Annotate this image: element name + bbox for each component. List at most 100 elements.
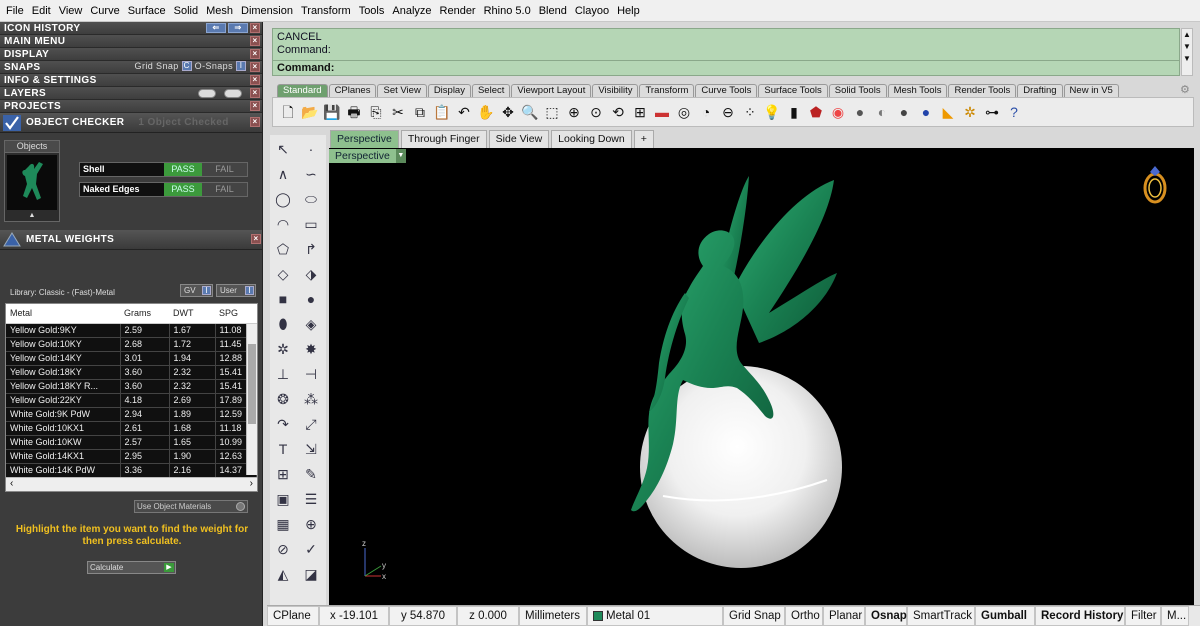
menu-item-help[interactable]: Help [613, 5, 644, 17]
close-icon[interactable]: × [250, 62, 260, 72]
zoom-icon[interactable]: 🔍 [520, 102, 540, 122]
table-row[interactable]: Yellow Gold:9KY 2.59 1.67 11.08 [6, 323, 257, 338]
close-icon[interactable]: × [250, 75, 260, 85]
layer-status[interactable]: Metal 01 [587, 606, 723, 626]
close-icon[interactable]: × [250, 36, 260, 46]
group-icon[interactable]: ⁂ [300, 388, 322, 410]
check-icon[interactable]: ✓ [300, 538, 322, 560]
gear-icon[interactable]: ⚙ [1180, 84, 1194, 97]
projects-row[interactable]: PROJECTS × [0, 100, 262, 113]
rotate-icon[interactable]: ↷ [272, 413, 294, 435]
units-status[interactable]: Millimeters [519, 606, 587, 626]
loft-icon[interactable]: ◈ [300, 313, 322, 335]
eye-icon[interactable] [198, 89, 216, 98]
select-points-icon[interactable]: ⁘ [740, 102, 760, 122]
color-wheel-icon[interactable]: ◉ [828, 102, 848, 122]
spotlight-icon[interactable]: ◣ [938, 102, 958, 122]
table-row[interactable]: White Gold:14K PdW 3.36 2.16 14.37 [6, 463, 257, 478]
info-settings-row[interactable]: INFO & SETTINGS × [0, 74, 262, 87]
render-tool-icon[interactable]: ◪ [300, 563, 322, 585]
chevron-down-icon[interactable]: ▼ [1182, 41, 1192, 53]
objects-preview[interactable]: Objects ▲ [4, 140, 60, 222]
scroll-left-icon[interactable]: ‹ [10, 478, 13, 491]
display-row[interactable]: DISPLAY × [0, 48, 262, 61]
save-icon[interactable]: 💾 [322, 102, 342, 122]
calculate-button[interactable]: Calculate ▶ [87, 561, 176, 574]
cylinder-icon[interactable]: ⬮ [272, 313, 294, 335]
explode-icon[interactable]: ✸ [300, 338, 322, 360]
tab-mesh-tools[interactable]: Mesh Tools [887, 84, 948, 97]
perspective-viewport[interactable]: Perspective ▼ z x y [329, 148, 1194, 605]
table-row[interactable]: Yellow Gold:18KY R... 3.60 2.32 15.41 [6, 379, 257, 394]
scroll-thumb[interactable] [248, 344, 256, 424]
boolean-icon[interactable]: ❂ [272, 388, 294, 410]
viewport-layout-icon[interactable]: ⊞ [630, 102, 650, 122]
ellipse-icon[interactable]: ⬭ [300, 188, 322, 210]
text-tool-icon[interactable]: T [272, 438, 294, 460]
render-icon[interactable]: ● [916, 102, 936, 122]
copy-icon[interactable]: ⧉ [410, 102, 430, 122]
metal-weights-table[interactable]: Metal Grams DWT SPG Yellow Gold:9KY 2.59 1.67… [5, 303, 258, 492]
menu-item-solid[interactable]: Solid [170, 5, 202, 17]
tab-set-view[interactable]: Set View [377, 84, 427, 97]
chevron-up-icon[interactable]: ▲ [1182, 29, 1192, 41]
table-row[interactable]: Yellow Gold:10KY 2.68 1.72 11.45 [6, 337, 257, 352]
tab-transform[interactable]: Transform [639, 84, 695, 97]
array-icon[interactable]: ⊞ [272, 463, 294, 485]
menu-item-mesh[interactable]: Mesh [202, 5, 237, 17]
viewport-tab-through-finger[interactable]: Through Finger [400, 130, 487, 148]
table-row[interactable]: White Gold:10KX1 2.61 1.68 11.18 [6, 421, 257, 436]
snaps-row[interactable]: SNAPS Grid Snap C O-Snaps I × [0, 61, 262, 74]
grid-snap-toggle[interactable]: Grid Snap [723, 606, 785, 626]
gv-toggle[interactable]: GV I [180, 284, 213, 297]
command-scrollbar[interactable]: ▲ ▼ ▼ [1181, 28, 1193, 76]
column-header[interactable]: DWT [169, 304, 215, 324]
metal-weights-header[interactable]: METAL WEIGHTS × [0, 230, 262, 250]
hide-icon[interactable]: ◎ [674, 102, 694, 122]
object-checker-header[interactable]: OBJECT CHECKER 1 Object Checked × [0, 113, 262, 133]
shaded-icon[interactable]: ● [850, 102, 870, 122]
split-icon[interactable]: ⊣ [300, 363, 322, 385]
rendered-icon[interactable]: ◐ [872, 102, 892, 122]
layer-stack-icon[interactable]: ☰ [300, 488, 322, 510]
tab-visibility[interactable]: Visibility [592, 84, 639, 97]
tab-cplanes[interactable]: CPlanes [328, 84, 377, 97]
lock-icon[interactable]: ⊖ [718, 102, 738, 122]
more-status[interactable]: M... [1161, 606, 1189, 626]
pipe-icon[interactable]: ⊘ [272, 538, 294, 560]
gumball-icon[interactable]: ⊕ [300, 513, 322, 535]
table-row[interactable]: Yellow Gold:22KY 4.18 2.69 17.89 [6, 393, 257, 408]
help-icon[interactable]: ? [1004, 102, 1024, 122]
polyline-icon[interactable]: ∧ [272, 163, 294, 185]
scale-icon[interactable]: ⤢ [300, 413, 322, 435]
tab-select[interactable]: Select [471, 84, 511, 97]
transform-icon[interactable]: ⇲ [300, 438, 322, 460]
column-header[interactable]: Metal [6, 304, 120, 324]
rotate-view-icon[interactable]: ⟲ [608, 102, 628, 122]
grid-snap-toggle[interactable]: C [181, 61, 192, 71]
scroll-right-icon[interactable]: › [250, 478, 253, 491]
column-header[interactable]: SPG [215, 304, 256, 324]
circle-icon[interactable]: ◯ [272, 188, 294, 210]
menu-item-render[interactable]: Render [436, 5, 480, 17]
osnap-toggle[interactable]: Osnap [865, 606, 907, 626]
menu-item-tools[interactable]: Tools [355, 5, 389, 17]
paste-icon[interactable]: 📋 [432, 102, 452, 122]
options-gear-icon[interactable]: ✲ [960, 102, 980, 122]
close-icon[interactable]: × [250, 49, 260, 59]
show-icon[interactable]: ◔ [696, 102, 716, 122]
grid-array-icon[interactable]: ▦ [272, 513, 294, 535]
move-icon[interactable]: ✥ [498, 102, 518, 122]
solid-box-icon[interactable]: ▣ [272, 488, 294, 510]
record-history-toggle[interactable]: Record History [1035, 606, 1125, 626]
add-viewport-tab-button[interactable]: + [633, 130, 654, 148]
viewport-tab-looking-down[interactable]: Looking Down [551, 130, 632, 148]
menu-item-analyze[interactable]: Analyze [388, 5, 435, 17]
cut-icon[interactable]: ✂ [388, 102, 408, 122]
close-icon[interactable]: × [250, 101, 260, 111]
column-header[interactable]: Grams [120, 304, 169, 324]
table-row[interactable]: Yellow Gold:18KY 3.60 2.32 15.41 [6, 365, 257, 380]
history-icon[interactable]: ⊶ [982, 102, 1002, 122]
print-icon[interactable]: 🖶 [344, 102, 364, 122]
tab-curve-tools[interactable]: Curve Tools [695, 84, 758, 97]
